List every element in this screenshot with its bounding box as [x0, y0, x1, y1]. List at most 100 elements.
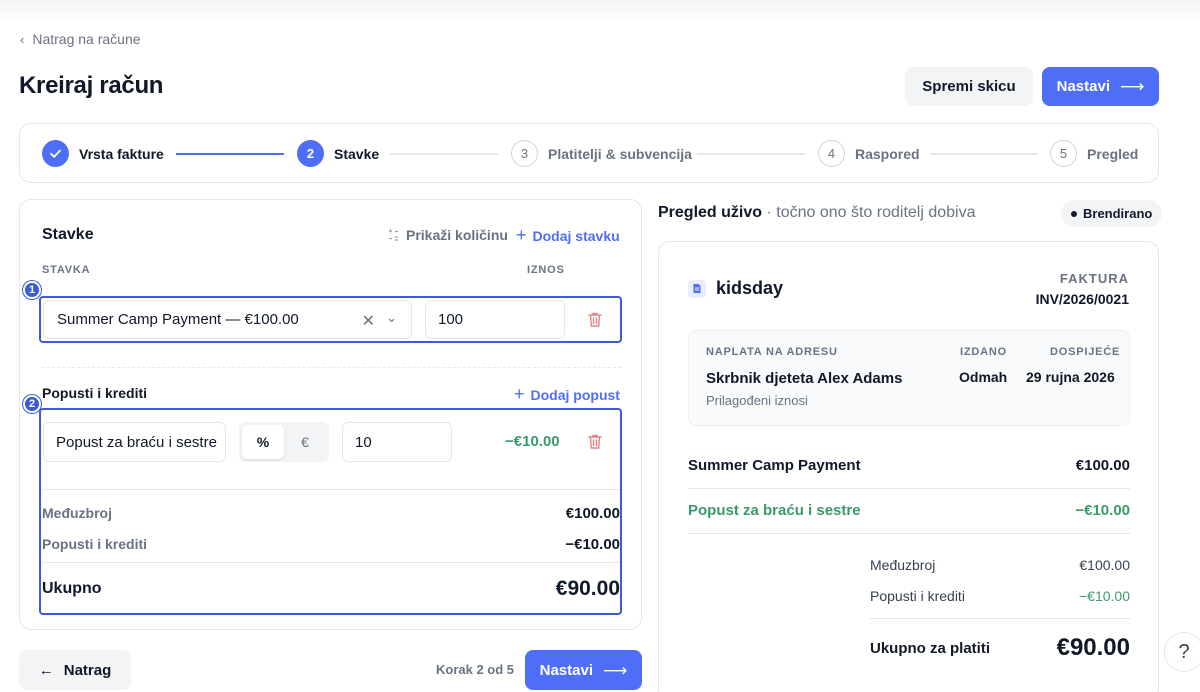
items-card: Stavke Prikaži količinu + Dodaj stavku S…	[19, 199, 642, 630]
add-item-button[interactable]: + Dodaj stavku	[516, 225, 620, 246]
line-item-amount: €100.00	[1075, 457, 1130, 474]
discount-line-amount: −€10.00	[1075, 502, 1130, 519]
invoice-total-value: €90.00	[1056, 634, 1130, 661]
show-quantity-toggle[interactable]: Prikaži količinu	[387, 227, 508, 243]
discount-section: Popust za braću i sestre % € 10 −€10.00 …	[39, 408, 622, 615]
step-schedule[interactable]: 4 Raspored	[818, 140, 920, 167]
step-label: Raspored	[855, 145, 920, 162]
discounts-total-row: Popusti i krediti −€10.00	[42, 536, 620, 553]
trash-icon[interactable]	[585, 310, 605, 330]
total-label: Ukupno	[42, 580, 102, 597]
column-header-item: STAVKA	[42, 264, 91, 276]
next-button-label: Nastavi	[539, 661, 593, 679]
back-to-invoices-link[interactable]: ‹ Natrag na račune	[20, 31, 141, 47]
invoice-subtotal-label: Međuzbroj	[870, 557, 936, 573]
live-preview-subtitle: · točno ono što roditelj dobiva	[762, 204, 976, 221]
step-label: Pregled	[1087, 145, 1139, 162]
invoice-preview: kidsday FAKTURA INV/2026/0021 NAPLATA NA…	[658, 241, 1159, 692]
divider	[42, 489, 620, 490]
clear-icon[interactable]: ✕	[362, 311, 375, 331]
save-draft-button[interactable]: Spremi skicu	[905, 67, 1033, 106]
add-item-label: Dodaj stavku	[532, 227, 620, 244]
discount-type-euro[interactable]: €	[284, 425, 326, 459]
item-select-value: Summer Camp Payment — €100.00	[57, 311, 299, 328]
chevron-down-icon[interactable]: ⌄	[386, 310, 397, 326]
discounts-total-label: Popusti i krediti	[42, 536, 148, 552]
bill-to-name: Skrbnik djeteta Alex Adams	[706, 370, 903, 387]
branded-badge: Brendirano	[1061, 200, 1163, 227]
check-icon	[42, 140, 69, 167]
item-select[interactable]: Summer Camp Payment — €100.00 ✕ ⌄	[43, 300, 412, 339]
subtotal-value: €100.00	[565, 505, 620, 522]
divider	[42, 562, 620, 563]
step-connector	[697, 153, 805, 155]
arrow-left-icon: ←	[38, 661, 54, 679]
next-button-top[interactable]: Nastavi ⟶	[1042, 67, 1159, 106]
total-row: Ukupno €90.00	[42, 577, 620, 601]
back-button[interactable]: ← Natrag	[19, 650, 131, 690]
step-connector	[176, 153, 284, 155]
divider	[688, 488, 1130, 489]
line-item-name: Summer Camp Payment	[688, 457, 861, 474]
divider	[688, 533, 1130, 534]
step-items[interactable]: 2 Stavke	[297, 140, 379, 167]
due-value: 29 rujna 2026	[1026, 369, 1115, 385]
discount-amount: −€10.00	[505, 433, 560, 450]
step-number: 5	[1050, 140, 1077, 167]
item-row: Summer Camp Payment — €100.00 ✕ ⌄ 100	[39, 296, 622, 343]
step-number: 3	[511, 140, 538, 167]
step-label: Vrsta fakture	[79, 145, 164, 162]
due-label: DOSPIJEĆE	[1050, 346, 1121, 358]
add-discount-label: Dodaj popust	[530, 386, 620, 403]
live-preview-title: Pregled uživo · točno ono što roditelj d…	[658, 204, 976, 222]
total-value: €90.00	[555, 577, 620, 600]
invoice-discount-line: Popust za braću i sestre −€10.00	[688, 502, 1130, 519]
step-review[interactable]: 5 Pregled	[1050, 140, 1138, 167]
annotation-badge-1: 1	[23, 281, 41, 299]
bill-to-label: NAPLATA NA ADRESU	[706, 346, 838, 358]
discount-value-input[interactable]: 10	[342, 422, 452, 462]
next-button-bottom[interactable]: Nastavi ⟶	[525, 650, 642, 690]
discounts-total-value: −€10.00	[565, 536, 620, 553]
invoice-subtotal-value: €100.00	[1079, 557, 1130, 573]
brand: kidsday	[688, 278, 783, 299]
plus-icon: +	[516, 225, 527, 245]
add-discount-button[interactable]: + Dodaj popust	[514, 384, 620, 405]
bill-to-note: Prilagođeni iznosi	[706, 393, 808, 408]
step-counter: Korak 2 od 5	[436, 662, 515, 677]
branded-label: Brendirano	[1083, 206, 1153, 221]
issued-label: IZDANO	[960, 346, 1007, 358]
brand-name: kidsday	[716, 278, 784, 298]
next-button-label: Nastavi	[1056, 78, 1110, 95]
section-divider	[42, 367, 621, 368]
dot-icon	[1071, 210, 1077, 217]
trash-icon[interactable]	[585, 432, 605, 452]
discount-type-toggle: % €	[239, 422, 329, 462]
help-button[interactable]: ?	[1164, 632, 1200, 672]
divider	[870, 618, 1130, 619]
invoice-number: INV/2026/0021	[1035, 291, 1129, 307]
discount-name-input[interactable]: Popust za braću i sestre	[43, 422, 226, 462]
wizard-stepper: Vrsta fakture 2 Stavke 3 Platitelji & su…	[19, 123, 1159, 183]
arrow-right-icon: ⟶	[1120, 77, 1145, 96]
subtotal-row: Međuzbroj €100.00	[42, 505, 620, 522]
step-connector	[930, 153, 1038, 155]
invoice-discounts-row: Popusti i krediti −€10.00	[870, 588, 1130, 604]
invoice-label: FAKTURA	[1059, 271, 1129, 286]
back-to-invoices-label: Natrag na račune	[32, 31, 141, 47]
top-bar-shadow	[0, 0, 1200, 24]
item-amount-input[interactable]: 100	[425, 300, 565, 339]
bill-to-box: NAPLATA NA ADRESU Skrbnik djeteta Alex A…	[688, 330, 1130, 426]
chevron-left-icon: ‹	[20, 31, 25, 47]
discount-type-percent[interactable]: %	[242, 425, 284, 459]
step-number: 2	[297, 140, 324, 167]
quantity-icon	[389, 229, 398, 241]
back-button-label: Natrag	[63, 661, 112, 679]
invoice-subtotal-row: Međuzbroj €100.00	[870, 557, 1130, 573]
step-invoice-type[interactable]: Vrsta fakture	[42, 140, 164, 167]
invoice-discounts-label: Popusti i krediti	[870, 588, 965, 604]
page-title: Kreiraj račun	[19, 72, 164, 99]
step-label: Stavke	[334, 145, 380, 162]
show-quantity-label: Prikaži količinu	[406, 227, 508, 243]
step-payers-subsidy[interactable]: 3 Platitelji & subvencija	[511, 140, 692, 167]
